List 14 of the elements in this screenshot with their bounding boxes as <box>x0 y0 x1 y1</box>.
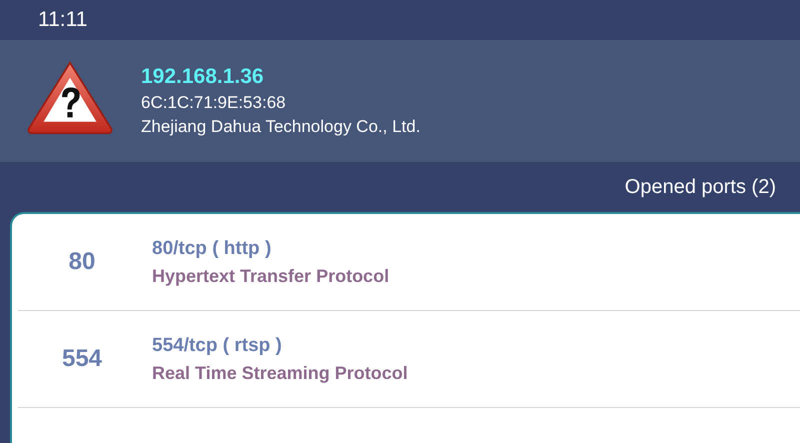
port-service: 80/tcp ( http ) <box>152 238 272 260</box>
opened-ports-heading: Opened ports (2) <box>624 176 776 198</box>
port-row[interactable]: 80 80/tcp ( http ) Hypertext Transfer Protocol <box>18 214 800 311</box>
port-number: 80 <box>68 248 96 276</box>
port-description: Real Time Streaming Protocol <box>152 362 408 384</box>
port-description: Hypertext Transfer Protocol <box>152 266 390 286</box>
ip-address: 192.168.1.36 <box>141 65 265 89</box>
clock-time: 11:11 <box>38 8 88 32</box>
port-row[interactable]: 554 554/tcp ( rtsp ) Real Time Streaming Protocol <box>18 311 800 408</box>
vendor-name: Zhejiang Dahua Technology Co., Ltd. <box>141 117 420 137</box>
port-number: 554 <box>60 345 104 373</box>
port-service: 554/tcp ( rtsp ) <box>152 334 283 356</box>
warning-question-icon <box>26 60 114 136</box>
mac-address: 6C:1C:71:9E:53:68 <box>141 93 287 113</box>
